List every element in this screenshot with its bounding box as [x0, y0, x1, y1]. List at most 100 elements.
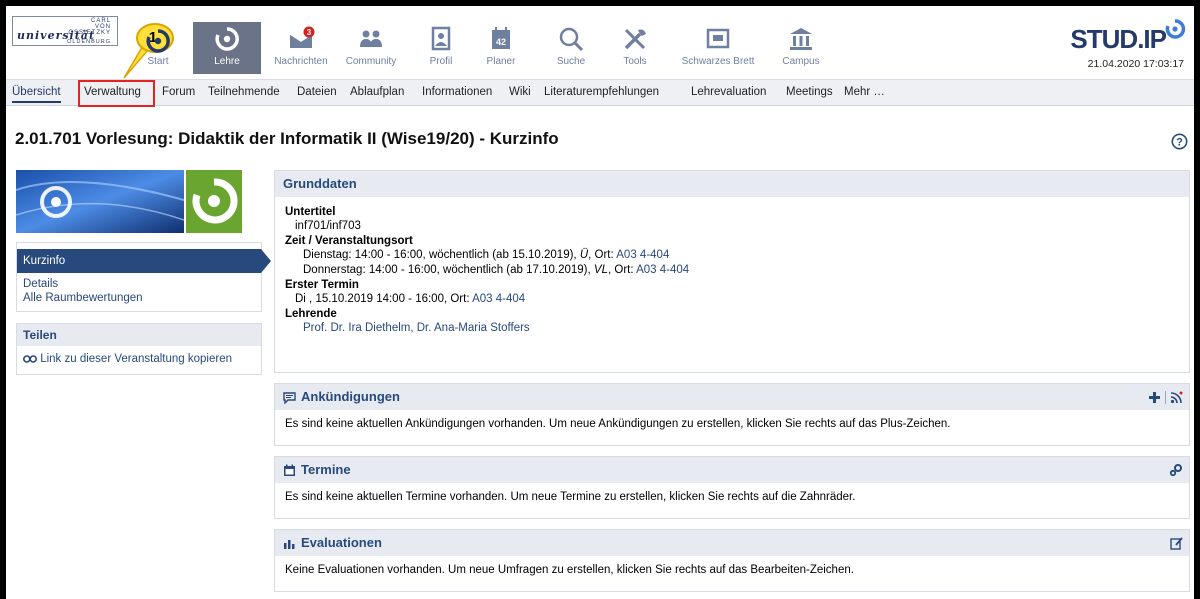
community-icon [360, 30, 382, 47]
termine-title: Termine [301, 462, 351, 477]
nav-tools[interactable]: Tools [610, 22, 660, 74]
lehrende-label: Lehrende [285, 308, 337, 320]
nav-planer[interactable]: 42 Planer [476, 22, 526, 74]
lehrende-row: Prof. Dr. Ira Diethelm, Dr. Ana-Maria St… [285, 321, 1179, 336]
termine-body: Es sind keine aktuellen Termine vorhande… [285, 491, 856, 503]
termine-actions [1169, 457, 1183, 483]
tab-meetings[interactable]: Meetings [786, 86, 833, 98]
sidebar-navigation: Kurzinfo Details Alle Raumbewertungen [16, 242, 271, 312]
zeit-row-1-ort: , Ort: [588, 249, 614, 261]
nav-lehre-label: Lehre [214, 56, 240, 67]
nav-profil[interactable]: Profil [416, 22, 466, 74]
zeit-row-2-room-link[interactable]: A03 4-404 [636, 264, 689, 276]
zeit-label: Zeit / Veranstaltungsort [285, 235, 413, 247]
tab-informationen[interactable]: Informationen [422, 86, 492, 98]
rss-icon[interactable] [1170, 391, 1183, 404]
ankuendigungen-body: Es sind keine aktuellen Ankündigungen vo… [285, 418, 951, 430]
tab-dateien[interactable]: Dateien [297, 86, 337, 98]
termine-calendar-icon [284, 464, 295, 477]
nav-schwarzes-brett[interactable]: Schwarzes Brett [678, 22, 758, 74]
callout-highlight-box [78, 80, 155, 107]
mail-icon: 3 [289, 26, 315, 48]
nav-community-label: Community [345, 56, 397, 67]
nav-nachrichten[interactable]: 3 Nachrichten [268, 22, 334, 74]
zeit-row-2-type: VL [593, 264, 608, 276]
nav-campus-label: Campus [782, 56, 820, 67]
tab-wiki[interactable]: Wiki [509, 86, 531, 98]
nav-lehre[interactable]: Lehre [193, 22, 261, 74]
help-icon[interactable]: ? [1171, 133, 1188, 150]
erster-termin-row: Di , 15.10.2019 14:00 - 16:00, Ort: A03 … [285, 292, 1179, 307]
campus-icon [790, 28, 812, 50]
zeit-row-1-room-link[interactable]: A03 4-404 [616, 249, 669, 261]
nav-schwarzes-brett-label: Schwarzes Brett [681, 56, 755, 67]
mail-badge: 3 [307, 28, 312, 37]
lehrende-links[interactable]: Prof. Dr. Ira Diethelm, Dr. Ana-Maria St… [303, 322, 530, 334]
evaluationen-actions [1170, 530, 1183, 556]
profile-icon [431, 26, 451, 51]
sidebar-share-panel: Teilen Link zu dieser Veranstaltung kopi… [16, 323, 262, 375]
current-datetime: 21.04.2020 17:03:17 [1087, 58, 1184, 70]
calendar-icon: 42 [492, 27, 510, 49]
uni-logo-line3: OLDENBURG [67, 39, 111, 45]
tab-mehr[interactable]: Mehr … [844, 86, 885, 98]
tab-ablaufplan[interactable]: Ablaufplan [350, 86, 404, 98]
tab-forum[interactable]: Forum [162, 86, 195, 98]
untertitel-label: Untertitel [285, 206, 336, 218]
nav-tools-label: Tools [623, 56, 647, 67]
grunddaten-header: Grunddaten [275, 171, 1189, 197]
page-title: 2.01.701 Vorlesung: Didaktik der Informa… [15, 129, 559, 148]
nav-profil-label: Profil [429, 56, 453, 67]
ankuendigungen-panel: Ankündigungen Es sind keine aktuellen An… [274, 383, 1190, 446]
copy-link-label: Link zu dieser Veranstaltung kopieren [40, 353, 232, 365]
studip-logo[interactable]: STUD.IP [1036, 16, 1186, 54]
nav-nachrichten-label: Nachrichten [274, 56, 328, 67]
sidebar-share-header: Teilen [17, 324, 261, 346]
tab-teilnehmende[interactable]: Teilnehmende [208, 86, 280, 98]
svg-text:?: ? [1176, 137, 1183, 149]
browser-frame: CARL VON OSSIETZKY universität OLDENBURG S… [6, 6, 1194, 599]
nav-planer-label: Planer [486, 56, 516, 67]
zeit-row-2-text: Donnerstag: 14:00 - 16:00, wöchentlich (… [303, 264, 591, 276]
link-icon [23, 355, 37, 363]
grunddaten-title: Grunddaten [283, 176, 357, 191]
erster-termin-room-link[interactable]: A03 4-404 [472, 293, 525, 305]
grunddaten-body: Untertitel inf701/inf703 Zeit / Veransta… [275, 197, 1189, 344]
tab-literaturempfehlungen[interactable]: Literaturempfehlungen [544, 86, 659, 98]
nav-campus[interactable]: Campus [776, 22, 826, 74]
search-icon [559, 27, 584, 52]
nav-community[interactable]: Community [339, 22, 403, 74]
tab-lehrevaluation[interactable]: Lehrevaluation [691, 86, 766, 98]
studip-logo-text: STUD.IP [1070, 24, 1167, 54]
untertitel-value: inf701/inf703 [295, 220, 361, 232]
course-image [16, 170, 262, 233]
zeit-row-2-ort: , Ort: [607, 264, 634, 276]
evaluationen-body: Keine Evaluationen vorhanden. Um neue Um… [285, 564, 854, 576]
zeit-row-1: Dienstag: 14:00 - 16:00, wöchentlich (ab… [285, 248, 1179, 263]
termine-header: Termine [275, 457, 1189, 483]
evaluation-chart-icon [284, 540, 295, 550]
lehre-icon [215, 27, 239, 51]
gears-icon[interactable] [1169, 463, 1183, 477]
sidebar-item-kurzinfo[interactable]: Kurzinfo [17, 249, 271, 273]
tools-icon [624, 28, 646, 50]
tab-uebersicht[interactable]: Übersicht [12, 86, 61, 103]
copy-link-action[interactable]: Link zu dieser Veranstaltung kopieren [17, 346, 261, 372]
plus-icon[interactable] [1148, 391, 1161, 404]
ankuendigungen-actions [1148, 384, 1183, 410]
nav-suche-label: Suche [556, 56, 586, 67]
svg-text:42: 42 [496, 37, 506, 47]
university-logo[interactable]: CARL VON OSSIETZKY universität OLDENBURG [12, 16, 118, 46]
termine-panel: Termine Es sind keine aktuellen Termine … [274, 456, 1190, 519]
grunddaten-panel: Grunddaten Untertitel inf701/inf703 Zeit… [274, 170, 1190, 373]
ankuendigungen-title: Ankündigungen [301, 389, 400, 404]
zeit-row-1-text: Dienstag: 14:00 - 16:00, wöchentlich (ab… [303, 249, 577, 261]
board-icon [706, 28, 730, 49]
edit-icon[interactable] [1170, 536, 1183, 550]
sidebar-item-details[interactable]: Details [17, 277, 261, 291]
nav-suche[interactable]: Suche [546, 22, 596, 74]
start-home-icon [146, 29, 170, 53]
zeit-row-2: Donnerstag: 14:00 - 16:00, wöchentlich (… [285, 263, 1179, 278]
sidebar-item-raumbewertungen[interactable]: Alle Raumbewertungen [17, 291, 261, 311]
ankuendigungen-header: Ankündigungen [275, 384, 1189, 410]
